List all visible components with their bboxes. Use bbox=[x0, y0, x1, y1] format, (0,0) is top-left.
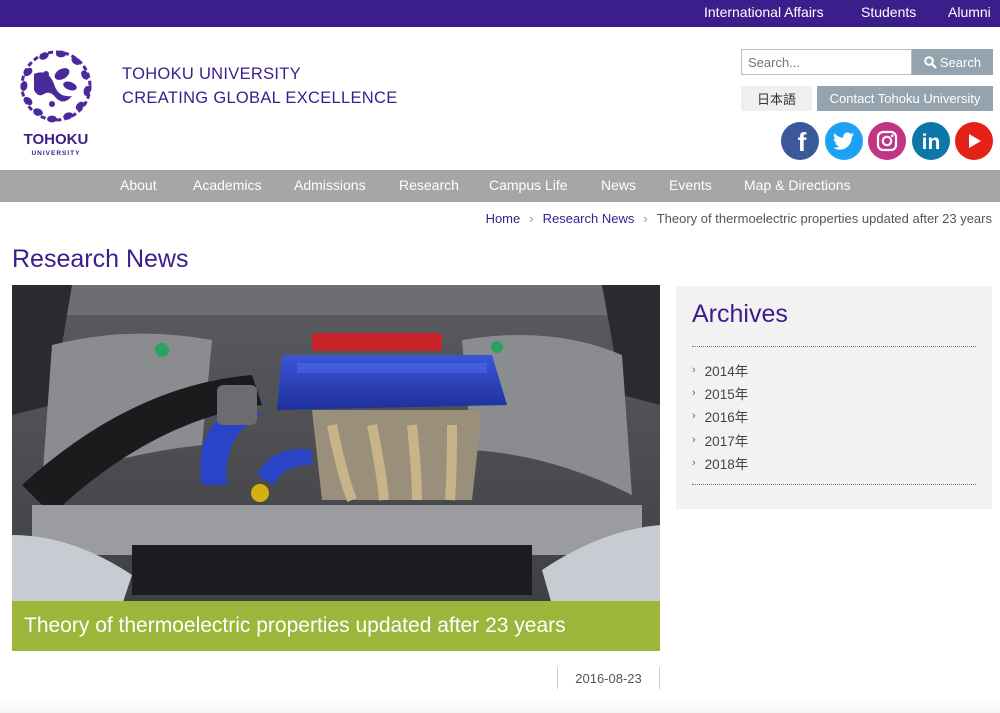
svg-text:UNIVERSITY: UNIVERSITY bbox=[31, 150, 80, 157]
students-link[interactable]: Students bbox=[861, 4, 916, 20]
nav-about[interactable]: About bbox=[120, 177, 157, 193]
chevron-right-icon: › bbox=[692, 386, 696, 399]
svg-text:in: in bbox=[922, 131, 941, 154]
svg-text:TOHOKU: TOHOKU bbox=[24, 131, 89, 148]
nav-events[interactable]: Events bbox=[669, 177, 712, 193]
nav-map-directions[interactable]: Map & Directions bbox=[744, 177, 851, 193]
breadcrumb-home[interactable]: Home bbox=[486, 211, 521, 226]
archives-panel: Archives › 2014年 › 2015年 › 2016年 › 2017年 › 20… bbox=[676, 286, 992, 509]
archives-bottom-divider bbox=[692, 484, 976, 485]
chevron-right-icon: › bbox=[692, 410, 696, 423]
japanese-language-button[interactable]: 日本語 bbox=[741, 86, 812, 111]
linkedin-icon[interactable]: in bbox=[912, 122, 950, 160]
search-button[interactable]: Search bbox=[912, 49, 993, 75]
top-bar: International Affairs Students Alumni bbox=[0, 0, 1000, 27]
archive-item-2015[interactable]: › 2015年 bbox=[692, 381, 748, 404]
tagline-university: TOHOKU UNIVERSITY bbox=[122, 65, 301, 83]
university-logo[interactable]: TOHOKU UNIVERSITY bbox=[14, 46, 98, 158]
nav-academics[interactable]: Academics bbox=[193, 177, 261, 193]
search-icon bbox=[924, 55, 937, 69]
archives-list: › 2014年 › 2015年 › 2016年 › 2017年 › 2018年 bbox=[692, 358, 748, 474]
hagi-crest-icon: TOHOKU UNIVERSITY bbox=[20, 50, 92, 157]
svg-text:f: f bbox=[798, 127, 807, 157]
archive-year-label: 2017年 bbox=[704, 433, 749, 449]
nav-campus-life[interactable]: Campus Life bbox=[489, 177, 568, 193]
page-title: Research News bbox=[12, 245, 189, 273]
instagram-icon[interactable] bbox=[868, 122, 906, 160]
archive-year-label: 2016年 bbox=[704, 410, 749, 426]
facebook-icon[interactable]: f bbox=[781, 122, 819, 160]
youtube-icon[interactable] bbox=[955, 122, 993, 160]
archive-year-label: 2018年 bbox=[704, 456, 749, 472]
archive-item-2017[interactable]: › 2017年 bbox=[692, 428, 748, 451]
twitter-icon[interactable] bbox=[825, 122, 863, 160]
archive-item-2018[interactable]: › 2018年 bbox=[692, 451, 748, 474]
page-footer-edge bbox=[0, 700, 1000, 713]
nav-research[interactable]: Research bbox=[399, 177, 459, 193]
archives-top-divider bbox=[692, 346, 976, 347]
archive-item-2014[interactable]: › 2014年 bbox=[692, 358, 748, 381]
nav-admissions[interactable]: Admissions bbox=[294, 177, 366, 193]
article-hero-image[interactable] bbox=[12, 285, 660, 651]
search-input[interactable] bbox=[741, 49, 912, 75]
international-affairs-link[interactable]: International Affairs bbox=[704, 4, 824, 20]
archive-year-label: 2014年 bbox=[704, 363, 749, 379]
search-button-label: Search bbox=[939, 54, 982, 70]
chevron-right-icon: › bbox=[692, 433, 696, 446]
tagline-slogan: CREATING GLOBAL EXCELLENCE bbox=[122, 89, 398, 107]
archive-year-label: 2015年 bbox=[704, 386, 749, 402]
engine-photo-image bbox=[12, 285, 660, 651]
breadcrumb-research-news[interactable]: Research News bbox=[543, 211, 635, 226]
alumni-link[interactable]: Alumni bbox=[948, 4, 991, 20]
chevron-right-icon: › bbox=[529, 211, 534, 226]
breadcrumb: Home › Research News › Theory of thermoelect… bbox=[486, 211, 992, 226]
nav-news[interactable]: News bbox=[601, 177, 636, 193]
archive-item-2016[interactable]: › 2016年 bbox=[692, 405, 748, 428]
article-title-caption[interactable]: Theory of thermoelectric properties upda… bbox=[12, 601, 660, 651]
main-navigation: About Academics Admissions Research Camp… bbox=[0, 170, 1000, 202]
breadcrumb-current: Theory of thermoelectric properties upda… bbox=[656, 211, 992, 226]
chevron-right-icon: › bbox=[643, 211, 648, 226]
chevron-right-icon: › bbox=[692, 363, 696, 376]
site-tagline: TOHOKU UNIVERSITY CREATING GLOBAL EXCELL… bbox=[122, 62, 398, 110]
contact-button[interactable]: Contact Tohoku University bbox=[817, 86, 993, 111]
article-date: 2016-08-23 bbox=[557, 667, 660, 689]
chevron-right-icon: › bbox=[692, 456, 696, 469]
archives-title: Archives bbox=[692, 300, 788, 328]
